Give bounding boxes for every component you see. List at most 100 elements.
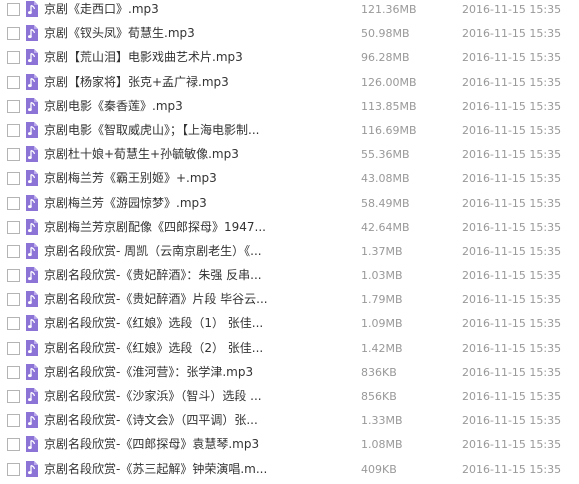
file-row[interactable]: 京剧名段欣赏-《四郎探母》袁慧琴.mp3 1.08MB 2016-11-15 15:… xyxy=(0,433,579,457)
file-name[interactable]: 京剧电影《秦香莲》.mp3 xyxy=(44,99,276,114)
file-name[interactable]: 京剧《钗头凤》荀慧生.mp3 xyxy=(44,26,276,41)
file-size: 126.00MB xyxy=(361,75,417,89)
file-name[interactable]: 京剧梅兰芳《霸王别姬》+.mp3 xyxy=(44,171,276,186)
file-row[interactable]: 京剧梅兰芳京剧配像《四郎探母》1947... 42.64MB 2016-11-15 … xyxy=(0,216,579,240)
file-name[interactable]: 京剧【荒山泪】电影戏曲艺术片.mp3 xyxy=(44,50,276,65)
file-size: 836KB xyxy=(361,365,397,379)
select-checkbox[interactable] xyxy=(7,123,20,137)
file-row[interactable]: 京剧【荒山泪】电影戏曲艺术片.mp3 96.28MB 2016-11-15 15:3… xyxy=(0,46,579,70)
file-name[interactable]: 京剧名段欣赏-《红娘》选段（1） 张佳... xyxy=(44,316,276,331)
file-row[interactable]: 京剧杜十娘+荀慧生+孙毓敏像.mp3 55.36MB 2016-11-15 15:3… xyxy=(0,143,579,167)
file-date: 2016-11-15 15:35 xyxy=(462,220,562,234)
select-checkbox[interactable] xyxy=(7,220,20,234)
music-file-icon xyxy=(25,314,39,332)
file-row[interactable]: 京剧《走西口》.mp3 121.36MB 2016-11-15 15:35 xyxy=(0,0,579,22)
music-file-icon xyxy=(25,339,39,357)
music-file-icon xyxy=(25,194,39,212)
file-row[interactable]: 京剧《钗头凤》荀慧生.mp3 50.98MB 2016-11-15 15:35 xyxy=(0,22,579,46)
music-file-icon xyxy=(25,411,39,429)
file-name[interactable]: 京剧《走西口》.mp3 xyxy=(44,2,276,17)
select-checkbox[interactable] xyxy=(7,390,20,403)
select-checkbox[interactable] xyxy=(7,269,20,283)
file-name[interactable]: 京剧名段欣赏-《沙家浜》（智斗）选段 ... xyxy=(44,389,276,404)
file-size: 96.28MB xyxy=(361,51,410,65)
select-checkbox[interactable] xyxy=(7,462,20,476)
file-size: 1.08MB xyxy=(361,438,403,452)
file-name[interactable]: 京剧梅兰芳《游园惊梦》.mp3 xyxy=(44,196,276,211)
select-checkbox[interactable] xyxy=(7,438,20,452)
file-row[interactable]: 京剧名段欣赏-《红娘》选段（1） 张佳... 1.09MB 2016-11-15 1… xyxy=(0,312,579,336)
file-date: 2016-11-15 15:35 xyxy=(462,196,562,210)
file-name[interactable]: 京剧名段欣赏-《诗文会》（四平调）张... xyxy=(44,413,276,428)
music-file-icon xyxy=(25,266,39,284)
select-checkbox[interactable] xyxy=(7,365,20,379)
file-size: 1.79MB xyxy=(361,293,403,307)
file-size: 1.33MB xyxy=(361,414,403,428)
file-row[interactable]: 京剧名段欣赏- 周凯（云南京剧老生）《... 1.37MB 2016-11-15 1… xyxy=(0,240,579,264)
music-file-icon xyxy=(25,218,39,236)
music-file-icon xyxy=(25,121,39,139)
file-row[interactable]: 京剧电影《秦香莲》.mp3 113.85MB 2016-11-15 15:35 xyxy=(0,95,579,119)
file-size: 1.03MB xyxy=(361,269,403,283)
file-name[interactable]: 京剧梅兰芳京剧配像《四郎探母》1947... xyxy=(44,220,276,235)
file-name[interactable]: 京剧名段欣赏-《淮河营》：张学津.mp3 xyxy=(44,365,276,380)
file-size: 42.64MB xyxy=(361,220,410,234)
select-checkbox[interactable] xyxy=(7,51,20,65)
select-checkbox[interactable] xyxy=(7,75,20,89)
file-date: 2016-11-15 15:35 xyxy=(462,341,562,355)
select-checkbox[interactable] xyxy=(7,244,20,258)
file-row[interactable]: 京剧名段欣赏-《贵妃醉酒》：朱强 反串... 1.03MB 2016-11-15 1… xyxy=(0,264,579,288)
select-checkbox[interactable] xyxy=(7,172,20,186)
file-date: 2016-11-15 15:35 xyxy=(462,27,562,41)
file-size: 1.37MB xyxy=(361,244,403,258)
file-size: 409KB xyxy=(361,462,397,476)
select-checkbox[interactable] xyxy=(7,196,20,210)
file-list: 京剧《走西口》.mp3 121.36MB 2016-11-15 15:35 京剧《钗头… xyxy=(0,0,579,482)
file-row[interactable]: 京剧电影《智取威虎山》；【上海电影制... 116.69MB 2016-11-15 … xyxy=(0,119,579,143)
music-file-icon xyxy=(25,145,39,163)
file-row[interactable]: 京剧名段欣赏-《贵妃醉酒》片段 毕谷云... 1.79MB 2016-11-15 1… xyxy=(0,288,579,312)
file-date: 2016-11-15 15:35 xyxy=(462,172,562,186)
file-name[interactable]: 京剧名段欣赏-《贵妃醉酒》：朱强 反串... xyxy=(44,268,276,283)
file-row[interactable]: 京剧名段欣赏-《苏三起解》钟荣演唱.m... 409KB 2016-11-15 15… xyxy=(0,458,579,482)
file-name[interactable]: 京剧名段欣赏-《贵妃醉酒》片段 毕谷云... xyxy=(44,292,276,307)
file-name[interactable]: 京剧【杨家将】张克+孟广禄.mp3 xyxy=(44,75,276,90)
music-file-icon xyxy=(25,363,39,381)
file-row[interactable]: 京剧梅兰芳《霸王别姬》+.mp3 43.08MB 2016-11-15 15:35 xyxy=(0,167,579,191)
file-name[interactable]: 京剧名段欣赏-《红娘》选段（2） 张佳... xyxy=(44,341,276,356)
file-row[interactable]: 京剧名段欣赏-《诗文会》（四平调）张... 1.33MB 2016-11-15 15… xyxy=(0,409,579,433)
music-file-icon xyxy=(25,460,39,478)
file-size: 121.36MB xyxy=(361,3,417,16)
music-file-icon xyxy=(25,48,39,66)
file-row[interactable]: 京剧名段欣赏-《红娘》选段（2） 张佳... 1.42MB 2016-11-15 1… xyxy=(0,337,579,361)
select-checkbox[interactable] xyxy=(7,317,20,331)
music-file-icon xyxy=(25,242,39,260)
file-name[interactable]: 京剧杜十娘+荀慧生+孙毓敏像.mp3 xyxy=(44,147,276,162)
select-checkbox[interactable] xyxy=(7,414,20,428)
file-date: 2016-11-15 15:35 xyxy=(462,390,562,403)
select-checkbox[interactable] xyxy=(7,3,20,16)
file-row[interactable]: 京剧【杨家将】张克+孟广禄.mp3 126.00MB 2016-11-15 15:3… xyxy=(0,71,579,95)
file-row[interactable]: 京剧名段欣赏-《沙家浜》（智斗）选段 ... 856KB 2016-11-15 15… xyxy=(0,385,579,409)
select-checkbox[interactable] xyxy=(7,27,20,41)
file-name[interactable]: 京剧电影《智取威虎山》；【上海电影制... xyxy=(44,123,276,138)
file-name[interactable]: 京剧名段欣赏-《苏三起解》钟荣演唱.m... xyxy=(44,462,276,477)
file-date: 2016-11-15 15:35 xyxy=(462,269,562,283)
file-date: 2016-11-15 15:35 xyxy=(462,123,562,137)
select-checkbox[interactable] xyxy=(7,148,20,162)
select-checkbox[interactable] xyxy=(7,341,20,355)
file-size: 856KB xyxy=(361,390,397,403)
select-checkbox[interactable] xyxy=(7,293,20,307)
select-checkbox[interactable] xyxy=(7,99,20,113)
file-date: 2016-11-15 15:35 xyxy=(462,365,562,379)
file-date: 2016-11-15 15:35 xyxy=(462,75,562,89)
file-row[interactable]: 京剧名段欣赏-《淮河营》：张学津.mp3 836KB 2016-11-15 15:3… xyxy=(0,361,579,385)
file-name[interactable]: 京剧名段欣赏-《四郎探母》袁慧琴.mp3 xyxy=(44,437,276,452)
file-date: 2016-11-15 15:35 xyxy=(462,317,562,331)
file-size: 58.49MB xyxy=(361,196,410,210)
file-size: 50.98MB xyxy=(361,27,410,41)
file-size: 1.42MB xyxy=(361,341,403,355)
file-name[interactable]: 京剧名段欣赏- 周凯（云南京剧老生）《... xyxy=(44,244,276,259)
file-size: 1.09MB xyxy=(361,317,403,331)
file-row[interactable]: 京剧梅兰芳《游园惊梦》.mp3 58.49MB 2016-11-15 15:35 xyxy=(0,192,579,216)
